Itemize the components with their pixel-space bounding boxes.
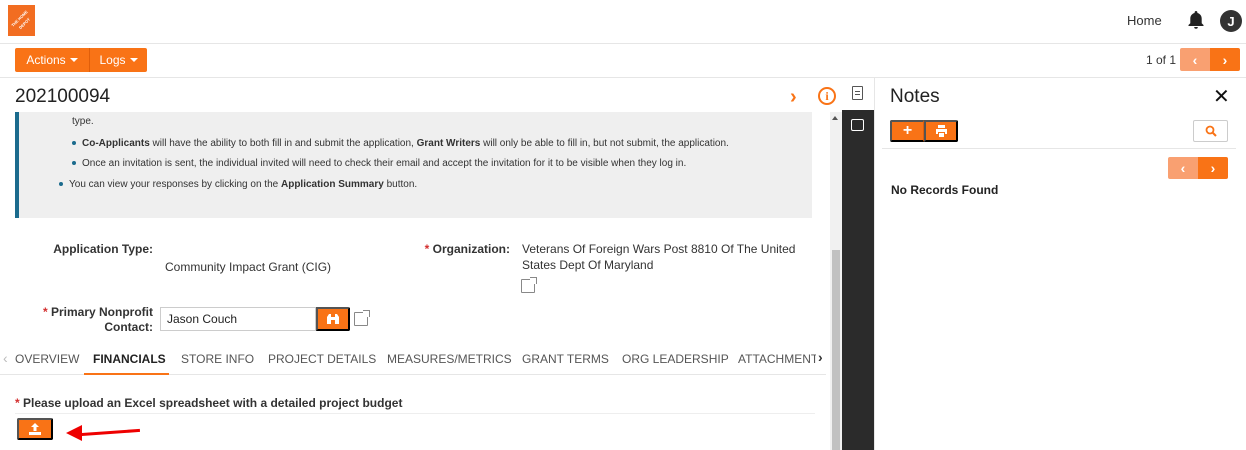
avatar[interactable]: J bbox=[1220, 10, 1242, 32]
annotation-arrow bbox=[79, 428, 141, 437]
external-link-icon[interactable] bbox=[521, 277, 537, 293]
primary-contact-field[interactable]: Jason Couch bbox=[160, 307, 316, 331]
text-span: will only be able to fill in, but not su… bbox=[480, 138, 729, 149]
grant-writers-text: Grant Writers bbox=[416, 138, 481, 149]
instructions-line: Once an invitation is sent, the individu… bbox=[72, 158, 686, 169]
organization-label: * Organization: bbox=[400, 242, 510, 256]
bullet-icon bbox=[59, 182, 63, 187]
upload-button[interactable] bbox=[17, 418, 53, 440]
primary-contact-label-line2: Contact: bbox=[104, 320, 153, 334]
tab-measures-metrics[interactable]: MEASURES/METRICS bbox=[387, 352, 512, 366]
scrollbar-thumb[interactable] bbox=[832, 250, 840, 450]
bullet-icon bbox=[72, 141, 76, 146]
text-span: You can view your responses by clicking … bbox=[69, 179, 281, 190]
primary-contact-label: * Primary Nonprofit bbox=[30, 305, 153, 319]
external-link-icon[interactable] bbox=[354, 310, 370, 326]
chevron-right-icon[interactable]: › bbox=[790, 86, 797, 109]
toolbar bbox=[0, 44, 1246, 78]
chevron-right-icon: › bbox=[1210, 160, 1216, 176]
page-title: 202100094 bbox=[15, 86, 111, 107]
scroll-up-icon[interactable] bbox=[832, 116, 838, 120]
tab-project-details[interactable]: PROJECT DETAILS bbox=[268, 352, 376, 366]
active-tab-indicator bbox=[84, 373, 169, 375]
required-marker: * bbox=[15, 396, 20, 410]
notes-icon[interactable] bbox=[851, 119, 864, 131]
info-icon[interactable]: i bbox=[818, 87, 836, 105]
document-icon[interactable] bbox=[852, 86, 863, 100]
primary-contact-label-line1: Primary Nonprofit bbox=[50, 305, 153, 319]
empty-state-text: No Records Found bbox=[891, 183, 999, 197]
notes-previous-button[interactable]: ‹ bbox=[1168, 157, 1198, 179]
tab-attachments[interactable]: ATTACHMENTS bbox=[738, 352, 816, 366]
upload-icon bbox=[29, 423, 41, 435]
bell-icon[interactable] bbox=[1187, 10, 1205, 30]
organization-value-line1: Veterans Of Foreign Wars Post 8810 Of Th… bbox=[522, 242, 796, 256]
tab-overview[interactable]: OVERVIEW bbox=[15, 352, 79, 366]
chevron-right-icon[interactable]: › bbox=[818, 349, 823, 365]
text-span: button. bbox=[383, 179, 418, 190]
chevron-right-icon: › bbox=[1222, 51, 1228, 68]
pager-text: 1 of 1 bbox=[1146, 53, 1177, 67]
logs-dropdown-button[interactable]: Logs bbox=[89, 48, 147, 72]
actions-label: Actions bbox=[26, 53, 66, 67]
top-bar bbox=[0, 0, 1246, 44]
previous-record-button[interactable]: ‹ bbox=[1180, 48, 1210, 71]
close-icon[interactable]: ✕ bbox=[1213, 84, 1230, 109]
instructions-line: You can view your responses by clicking … bbox=[59, 179, 417, 190]
organization-label-text: Organization: bbox=[432, 242, 510, 256]
next-record-button[interactable]: › bbox=[1210, 48, 1240, 71]
logs-label: Logs bbox=[99, 53, 126, 67]
printer-icon bbox=[935, 125, 947, 137]
chevron-left-icon: ‹ bbox=[1180, 160, 1186, 176]
add-note-button[interactable]: + bbox=[890, 120, 924, 142]
tab-store-info[interactable]: STORE INFO bbox=[181, 352, 254, 366]
divider bbox=[882, 148, 1236, 149]
tab-financials[interactable]: FINANCIALS bbox=[93, 352, 166, 366]
text-span: Once an invitation is sent, the individu… bbox=[82, 158, 687, 169]
search-button[interactable] bbox=[1193, 120, 1228, 142]
application-type-value: Community Impact Grant (CIG) bbox=[165, 260, 332, 274]
search-icon bbox=[1205, 125, 1217, 137]
chevron-left-icon: ‹ bbox=[1192, 51, 1198, 68]
notes-title: Notes bbox=[890, 86, 940, 107]
required-marker: * bbox=[424, 242, 430, 256]
logo-text: THE HOME DEPOT bbox=[9, 8, 31, 30]
home-link[interactable]: Home bbox=[1127, 13, 1162, 28]
print-button[interactable] bbox=[924, 120, 958, 142]
caret-down-icon bbox=[129, 58, 138, 62]
co-applicants-text: Co-Applicants bbox=[82, 138, 150, 149]
notes-next-button[interactable]: › bbox=[1198, 157, 1228, 179]
application-type-label: Application Type: bbox=[53, 242, 153, 256]
actions-dropdown-button[interactable]: Actions bbox=[15, 48, 89, 72]
bullet-icon bbox=[72, 161, 76, 166]
application-summary-text: Application Summary bbox=[280, 179, 384, 190]
upload-instruction-text: Please upload an Excel spreadsheet with … bbox=[23, 396, 403, 410]
organization-value-line2: States Dept Of Maryland bbox=[522, 258, 654, 272]
instructions-line: Co-Applicants will have the ability to b… bbox=[72, 138, 729, 149]
tab-grant-terms[interactable]: GRANT TERMS bbox=[522, 352, 609, 366]
divider bbox=[15, 413, 815, 414]
plus-icon: + bbox=[902, 122, 913, 139]
binoculars-icon bbox=[327, 314, 339, 324]
text-span: will have the ability to both fill in an… bbox=[149, 138, 417, 149]
instructions-line: type. bbox=[72, 116, 94, 127]
upload-instruction: * Please upload an Excel spreadsheet wit… bbox=[15, 396, 402, 410]
required-marker: * bbox=[42, 305, 48, 319]
chevron-left-icon[interactable]: ‹ bbox=[3, 350, 8, 366]
side-rail-active bbox=[842, 110, 874, 450]
home-depot-logo[interactable]: THE HOME DEPOT bbox=[8, 5, 35, 36]
instructions-box: type. Co-Applicants will have the abilit… bbox=[15, 112, 812, 218]
caret-down-icon bbox=[69, 58, 78, 62]
lookup-button[interactable] bbox=[316, 307, 350, 331]
tab-org-leadership[interactable]: ORG LEADERSHIP bbox=[622, 352, 729, 366]
